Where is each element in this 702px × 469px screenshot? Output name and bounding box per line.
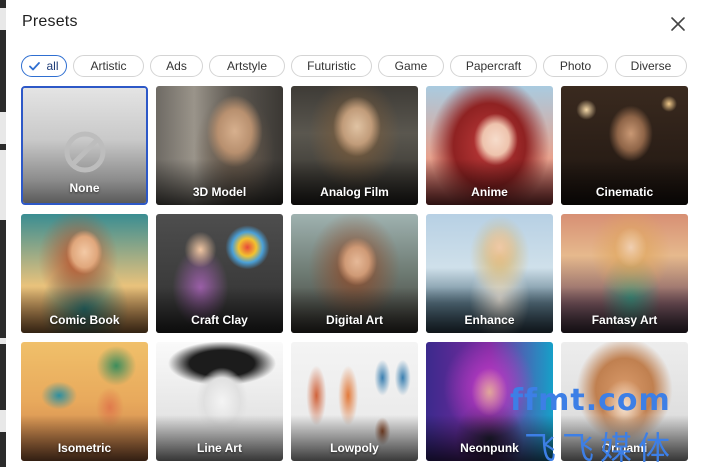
preset-card-label: None bbox=[69, 181, 100, 195]
preset-card-label: Lowpoly bbox=[330, 441, 379, 455]
preset-card-craft-clay[interactable]: Craft Clay bbox=[156, 214, 283, 333]
filter-chip-papercraft[interactable]: Papercraft bbox=[450, 55, 537, 77]
preset-card-isometric[interactable]: Isometric bbox=[21, 342, 148, 461]
filter-chip-label: Ads bbox=[166, 59, 187, 73]
filter-chip-label: Papercraft bbox=[465, 59, 522, 73]
filter-chip-diverse[interactable]: Diverse bbox=[615, 55, 687, 77]
preset-card-label: Isometric bbox=[57, 441, 112, 455]
preset-card-label: Fantasy Art bbox=[591, 313, 658, 327]
preset-card-enhance[interactable]: Enhance bbox=[426, 214, 553, 333]
preset-card-label: Enhance bbox=[464, 313, 515, 327]
preset-card-label: Digital Art bbox=[326, 313, 383, 327]
filter-chip-label: Diverse bbox=[630, 59, 672, 73]
preset-card-3d-model[interactable]: 3D Model bbox=[156, 86, 283, 205]
presets-dialog: Presets all Artistic Ads Artstyle Futuri… bbox=[0, 0, 702, 467]
preset-card-none[interactable]: None bbox=[21, 86, 148, 205]
filter-chip-artstyle[interactable]: Artstyle bbox=[209, 55, 285, 77]
checkmark-icon bbox=[29, 61, 41, 71]
filter-chip-label: Futuristic bbox=[307, 59, 356, 73]
preset-card-analog-film[interactable]: Analog Film bbox=[291, 86, 418, 205]
preset-card-label: Neonpunk bbox=[460, 441, 519, 455]
filter-chip-ads[interactable]: Ads bbox=[150, 55, 203, 77]
preset-card-label: Analog Film bbox=[320, 185, 389, 199]
filter-chip-label: all bbox=[46, 59, 59, 73]
preset-card-line-art[interactable]: Line Art bbox=[156, 342, 283, 461]
preset-card-label: Craft Clay bbox=[191, 313, 248, 327]
preset-card-label: Comic Book bbox=[49, 313, 120, 327]
filter-chip-label: Artstyle bbox=[226, 59, 267, 73]
preset-card-label: Cinematic bbox=[595, 185, 654, 199]
preset-card-comic-book[interactable]: Comic Book bbox=[21, 214, 148, 333]
filter-chip-label: Artistic bbox=[90, 59, 127, 73]
preset-card-origami[interactable]: Origami bbox=[561, 342, 688, 461]
preset-card-label: Line Art bbox=[197, 441, 242, 455]
filter-chip-photo[interactable]: Photo bbox=[543, 55, 608, 77]
preset-card-fantasy-art[interactable]: Fantasy Art bbox=[561, 214, 688, 333]
preset-card-label: 3D Model bbox=[192, 185, 247, 199]
filter-chip-artistic[interactable]: Artistic bbox=[73, 55, 144, 77]
filter-chip-all[interactable]: all bbox=[21, 55, 67, 77]
preset-card-cinematic[interactable]: Cinematic bbox=[561, 86, 688, 205]
filter-chip-label: Game bbox=[394, 59, 428, 73]
preset-card-neonpunk[interactable]: Neonpunk bbox=[426, 342, 553, 461]
preset-card-anime[interactable]: Anime bbox=[426, 86, 553, 205]
filter-chip-futuristic[interactable]: Futuristic bbox=[291, 55, 372, 77]
close-icon bbox=[671, 17, 685, 31]
preset-card-label: Anime bbox=[471, 185, 508, 199]
filter-chip-label: Photo bbox=[559, 59, 592, 73]
dialog-title: Presets bbox=[22, 13, 78, 30]
background-app-edge bbox=[0, 0, 6, 467]
preset-card-digital-art[interactable]: Digital Art bbox=[291, 214, 418, 333]
preset-card-lowpoly[interactable]: Lowpoly bbox=[291, 342, 418, 461]
prohibited-icon bbox=[64, 131, 106, 173]
preset-card-label: Origami bbox=[601, 441, 648, 455]
close-button[interactable] bbox=[668, 14, 688, 34]
filter-chip-game[interactable]: Game bbox=[378, 55, 444, 77]
